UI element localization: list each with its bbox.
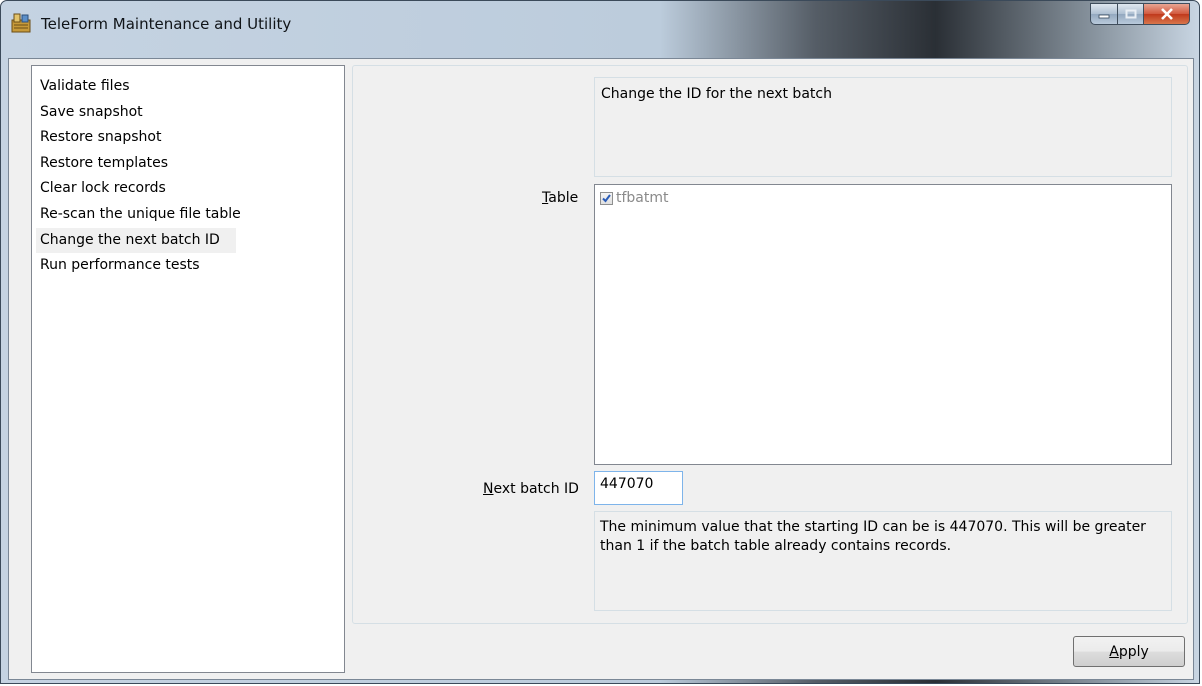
minimize-icon bbox=[1098, 14, 1110, 19]
operation-item[interactable]: Run performance tests bbox=[32, 253, 344, 279]
next-batch-label-text: ext batch ID bbox=[493, 481, 579, 497]
close-icon bbox=[1160, 8, 1173, 20]
table-checkbox[interactable] bbox=[600, 191, 613, 205]
maximize-button[interactable] bbox=[1118, 3, 1144, 25]
operation-item[interactable]: Re-scan the unique file table bbox=[32, 202, 344, 228]
next-batch-label: Next batch ID bbox=[483, 481, 579, 497]
table-label: Table bbox=[542, 190, 578, 206]
info-text: The minimum value that the starting ID c… bbox=[594, 511, 1172, 611]
operation-description: Change the ID for the next batch bbox=[594, 77, 1172, 177]
client-area: Validate files Save snapshot Restore sna… bbox=[8, 58, 1194, 680]
checkmark-icon bbox=[602, 193, 611, 203]
operation-panel: Change the ID for the next batch Table t… bbox=[352, 65, 1188, 624]
table-name: tfbatmt bbox=[616, 190, 669, 206]
window-title: TeleForm Maintenance and Utility bbox=[41, 15, 292, 33]
table-list-item[interactable]: tfbatmt bbox=[600, 190, 1166, 206]
title-bar[interactable]: TeleForm Maintenance and Utility bbox=[1, 1, 1199, 59]
apply-mnemonic: A bbox=[1109, 643, 1119, 660]
next-batch-label-mnemonic: N bbox=[483, 481, 494, 497]
operation-item-selected[interactable]: Change the next batch ID bbox=[36, 227, 236, 254]
table-list[interactable]: tfbatmt bbox=[594, 184, 1172, 465]
minimize-button[interactable] bbox=[1090, 3, 1118, 25]
next-batch-id-input[interactable]: 447070 bbox=[594, 471, 683, 505]
maximize-icon bbox=[1125, 9, 1136, 19]
operation-item[interactable]: Restore templates bbox=[32, 151, 344, 177]
close-button[interactable] bbox=[1144, 3, 1190, 25]
caption-buttons bbox=[1090, 3, 1190, 25]
table-label-text: able bbox=[548, 190, 579, 206]
operation-item[interactable]: Save snapshot bbox=[32, 100, 344, 126]
operations-list[interactable]: Validate files Save snapshot Restore sna… bbox=[31, 65, 345, 673]
apply-label: pply bbox=[1118, 643, 1149, 660]
operation-item[interactable]: Validate files bbox=[32, 74, 344, 100]
apply-button[interactable]: Apply bbox=[1073, 636, 1185, 667]
app-window: TeleForm Maintenance and Utility Validat… bbox=[0, 0, 1200, 684]
operation-item[interactable]: Clear lock records bbox=[32, 176, 344, 202]
teleform-app-icon bbox=[11, 13, 31, 33]
operation-item[interactable]: Restore snapshot bbox=[32, 125, 344, 151]
